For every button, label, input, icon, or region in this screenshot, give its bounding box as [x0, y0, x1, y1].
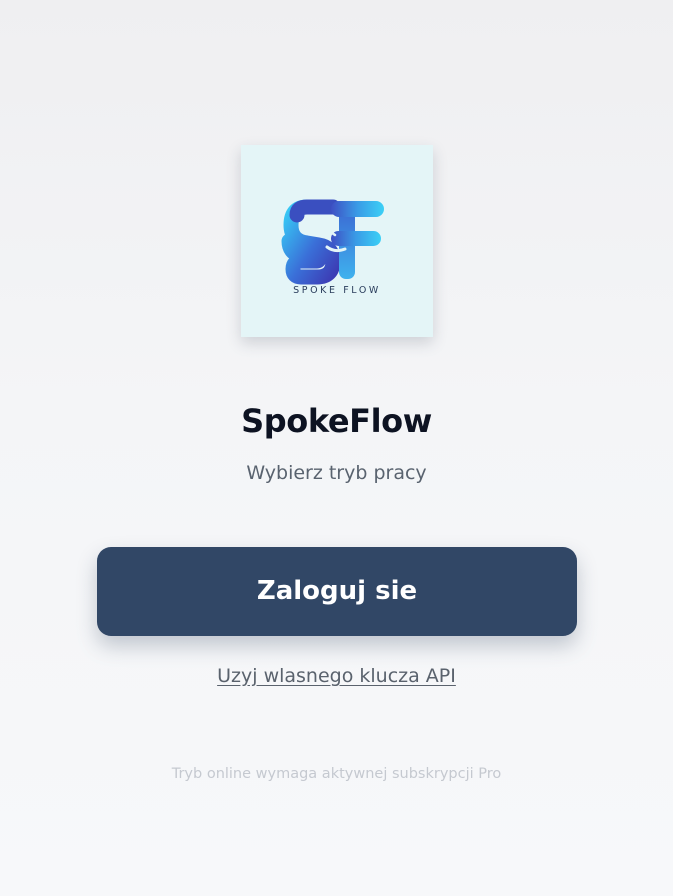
use-own-api-key-link[interactable]: Uzyj wlasnego klucza API [0, 665, 673, 687]
logo-caption: SPOKE FLOW [293, 285, 381, 296]
mode-subtitle: Wybierz tryb pracy [246, 462, 427, 484]
login-button[interactable]: Zaloguj sie [97, 547, 577, 636]
app-title: SpokeFlow [241, 402, 432, 440]
api-key-link-label[interactable]: Uzyj wlasnego klucza API [217, 665, 456, 687]
app-logo: SPOKE FLOW [241, 145, 433, 337]
subscription-note: Tryb online wymaga aktywnej subskrypcji … [171, 766, 502, 782]
spokeflow-logo-icon [281, 199, 384, 285]
